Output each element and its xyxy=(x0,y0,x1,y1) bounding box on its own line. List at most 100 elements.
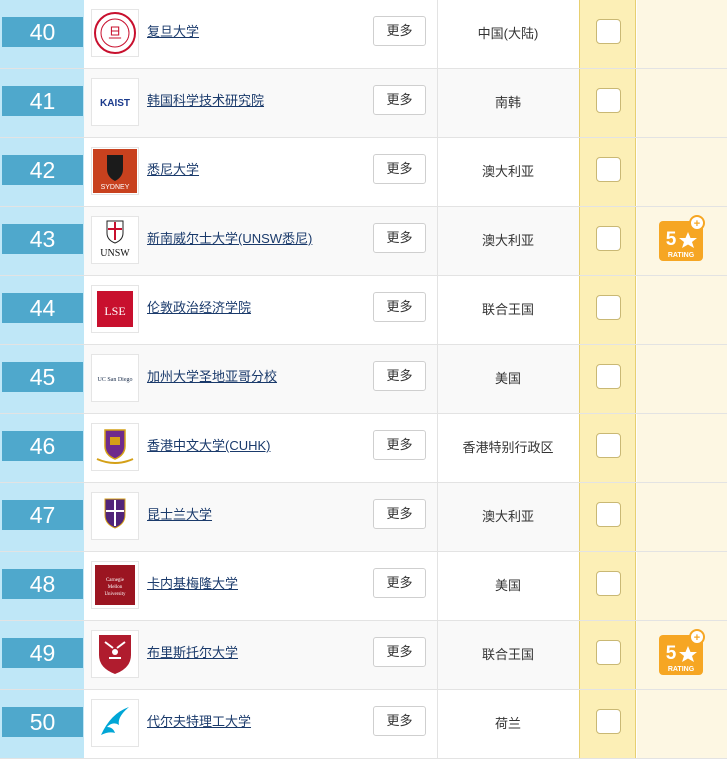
rank-badge: 47 xyxy=(2,500,83,530)
university-name-link[interactable]: 香港中文大学(CUHK) xyxy=(147,435,271,454)
country-label: 南韩 xyxy=(494,95,521,110)
svg-text:UNSW: UNSW xyxy=(100,248,130,259)
compare-checkbox[interactable] xyxy=(596,433,621,458)
ranking-table: 40 旦 复旦大学 更多 中国(大陆) 41 KAIST 韩国科学技术研究院 更… xyxy=(0,0,727,759)
svg-text:RATING: RATING xyxy=(668,252,695,259)
compare-column xyxy=(579,207,636,275)
svg-text:KAIST: KAIST xyxy=(100,98,130,109)
rank-badge: 40 xyxy=(2,17,83,47)
table-row: 45 UC San Diego 加州大学圣地亚哥分校 更多 美国 xyxy=(0,345,727,414)
country-label: 澳大利亚 xyxy=(481,233,534,248)
university-name-link[interactable]: 布里斯托尔大学 xyxy=(147,642,238,661)
compare-column xyxy=(579,138,636,206)
svg-text:5: 5 xyxy=(666,229,677,250)
cmu-logo[interactable]: Carnegie Mellon University xyxy=(91,561,139,609)
compare-checkbox[interactable] xyxy=(596,709,621,734)
more-button[interactable]: 更多 xyxy=(373,223,426,253)
rating-column xyxy=(637,69,727,137)
rating-column xyxy=(637,552,727,620)
more-button[interactable]: 更多 xyxy=(373,568,426,598)
table-row: 40 旦 复旦大学 更多 中国(大陆) xyxy=(0,0,727,69)
country-label: 澳大利亚 xyxy=(481,164,534,179)
university-name-link[interactable]: 韩国科学技术研究院 xyxy=(147,90,264,109)
more-button[interactable]: 更多 xyxy=(373,706,426,736)
svg-text:旦: 旦 xyxy=(108,26,122,42)
university-name-link[interactable]: 加州大学圣地亚哥分校 xyxy=(147,366,277,385)
compare-column xyxy=(579,552,636,620)
table-row: 50 代尔夫特理工大学 更多 荷兰 xyxy=(0,690,727,759)
country-label: 中国(大陆) xyxy=(477,26,539,41)
rating-column xyxy=(637,0,727,68)
country-label: 澳大利亚 xyxy=(481,509,534,524)
rank-badge: 44 xyxy=(2,293,83,323)
compare-checkbox[interactable] xyxy=(596,295,621,320)
compare-checkbox[interactable] xyxy=(596,226,621,251)
university-name-link[interactable]: 新南威尔士大学(UNSW悉尼) xyxy=(147,228,312,247)
svg-text:+: + xyxy=(694,218,700,230)
more-button[interactable]: 更多 xyxy=(373,154,426,184)
more-button[interactable]: 更多 xyxy=(373,292,426,322)
ucsd-logo[interactable]: UC San Diego xyxy=(91,354,139,402)
country-label: 香港特别行政区 xyxy=(462,440,554,455)
university-name-link[interactable]: 悉尼大学 xyxy=(147,159,199,178)
cuhk-logo[interactable] xyxy=(91,423,139,471)
country-label: 联合王国 xyxy=(481,647,534,662)
table-row: 47 昆士兰大学 更多 澳大利亚 xyxy=(0,483,727,552)
university-name-link[interactable]: 代尔夫特理工大学 xyxy=(147,711,251,730)
compare-checkbox[interactable] xyxy=(596,502,621,527)
bristol-logo[interactable] xyxy=(91,630,139,678)
rating-column xyxy=(637,345,727,413)
rank-badge: 46 xyxy=(2,431,83,461)
more-button[interactable]: 更多 xyxy=(373,430,426,460)
kaist-logo[interactable]: KAIST xyxy=(91,78,139,126)
compare-checkbox[interactable] xyxy=(596,19,621,44)
compare-checkbox[interactable] xyxy=(596,571,621,596)
table-row: 44 LSE 伦敦政治经济学院 更多 联合王国 xyxy=(0,276,727,345)
uq-logo[interactable] xyxy=(91,492,139,540)
table-row: 41 KAIST 韩国科学技术研究院 更多 南韩 xyxy=(0,69,727,138)
rank-badge: 41 xyxy=(2,86,83,116)
rank-badge: 42 xyxy=(2,155,83,185)
svg-text:SYDNEY: SYDNEY xyxy=(101,184,130,191)
university-name-link[interactable]: 昆士兰大学 xyxy=(147,504,212,523)
svg-text:UC San Diego: UC San Diego xyxy=(98,377,133,383)
country-label: 荷兰 xyxy=(494,716,521,731)
table-row: 43 UNSW 新南威尔士大学(UNSW悉尼) 更多 澳大利亚 +5 RATING xyxy=(0,207,727,276)
five-star-rating-icon[interactable]: +5 RATING xyxy=(657,215,705,263)
rating-column: +5 RATING xyxy=(637,621,727,689)
country-label: 美国 xyxy=(494,371,521,386)
svg-text:5: 5 xyxy=(666,643,677,664)
five-star-rating-icon[interactable]: +5 RATING xyxy=(657,629,705,677)
university-name-link[interactable]: 卡内基梅隆大学 xyxy=(147,573,238,592)
table-row: 49 布里斯托尔大学 更多 联合王国 +5 RATING xyxy=(0,621,727,690)
university-name-link[interactable]: 复旦大学 xyxy=(147,21,199,40)
more-button[interactable]: 更多 xyxy=(373,637,426,667)
sydney-logo[interactable]: SYDNEY xyxy=(91,147,139,195)
more-button[interactable]: 更多 xyxy=(373,361,426,391)
unsw-logo[interactable]: UNSW xyxy=(91,216,139,264)
compare-column xyxy=(579,69,636,137)
compare-checkbox[interactable] xyxy=(596,364,621,389)
country-label: 联合王国 xyxy=(481,302,534,317)
more-button[interactable]: 更多 xyxy=(373,85,426,115)
compare-checkbox[interactable] xyxy=(596,640,621,665)
compare-column xyxy=(579,0,636,68)
university-name-link[interactable]: 伦敦政治经济学院 xyxy=(147,297,251,316)
more-button[interactable]: 更多 xyxy=(373,16,426,46)
compare-column xyxy=(579,276,636,344)
rank-badge: 48 xyxy=(2,569,83,599)
compare-column xyxy=(579,690,636,758)
rank-badge: 45 xyxy=(2,362,83,392)
compare-checkbox[interactable] xyxy=(596,88,621,113)
rating-column xyxy=(637,690,727,758)
rank-badge: 50 xyxy=(2,707,83,737)
fudan-logo[interactable]: 旦 xyxy=(91,9,139,57)
more-button[interactable]: 更多 xyxy=(373,499,426,529)
lse-logo[interactable]: LSE xyxy=(91,285,139,333)
table-row: 48 Carnegie Mellon University 卡内基梅隆大学 更多 美… xyxy=(0,552,727,621)
svg-text:LSE: LSE xyxy=(104,304,125,318)
rating-column: +5 RATING xyxy=(637,207,727,275)
compare-checkbox[interactable] xyxy=(596,157,621,182)
delft-logo[interactable] xyxy=(91,699,139,747)
compare-column xyxy=(579,621,636,689)
